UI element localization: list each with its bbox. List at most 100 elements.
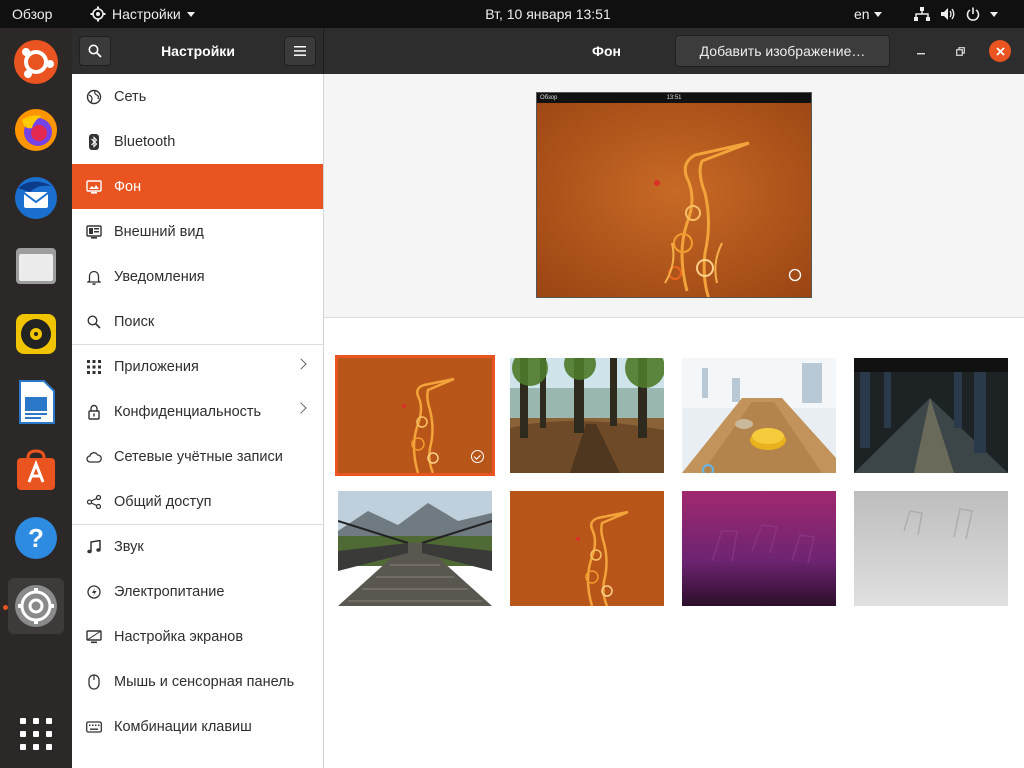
add-image-button[interactable]: Добавить изображение…	[675, 35, 890, 67]
files-icon[interactable]	[8, 238, 64, 294]
firefox-icon[interactable]	[8, 102, 64, 158]
thunderbird-icon[interactable]	[8, 170, 64, 226]
sidebar-item-network[interactable]: Сеть	[72, 74, 323, 119]
sidebar-item-search[interactable]: Поиск	[72, 299, 323, 344]
network-wired-icon	[914, 7, 930, 21]
minimize-button[interactable]	[910, 40, 932, 62]
sidebar-item-power[interactable]: Электропитание	[72, 569, 323, 614]
top-bar: Обзор Настройки Вт, 10 января 13:51 en	[0, 0, 1024, 28]
power-icon	[86, 584, 102, 600]
sidebar-item-label: Уведомления	[114, 268, 205, 285]
show-applications-icon[interactable]	[8, 706, 64, 762]
preview-area: Обзор 13:51	[324, 74, 1024, 318]
network-icon	[86, 89, 102, 105]
chevron-right-icon	[295, 402, 307, 414]
language-label: en	[854, 6, 870, 22]
sidebar-item-label: Сеть	[114, 88, 147, 105]
hamburger-icon	[294, 46, 306, 56]
wallpaper-thumb-focal-fossa[interactable]	[335, 355, 495, 476]
volume-icon	[941, 8, 955, 20]
apps-grid-icon	[86, 359, 102, 375]
sidebar: Сеть Bluetooth Фон Внешний вид Уведомлен…	[72, 74, 324, 768]
sidebar-item-label: Поиск	[114, 313, 155, 330]
wallpaper-thumb-grey[interactable]	[854, 491, 1008, 606]
close-button[interactable]	[989, 40, 1011, 62]
share-icon	[86, 494, 102, 510]
current-background-preview: Обзор 13:51	[536, 92, 812, 298]
sidebar-item-label: Мышь и сенсорная панель	[114, 673, 295, 690]
sidebar-item-label: Настройка экранов	[114, 628, 244, 645]
sidebar-item-label: Bluetooth	[114, 133, 176, 150]
header-bar: Настройки Фон Добавить изображение…	[72, 28, 1024, 74]
bell-icon	[86, 269, 102, 285]
keyboard-icon	[86, 719, 102, 735]
wallpaper-thumb-purple[interactable]	[682, 491, 836, 606]
selected-check-icon	[471, 450, 484, 463]
search-icon	[86, 314, 102, 330]
page-title: Фон	[592, 43, 621, 59]
sidebar-title: Настройки	[161, 43, 235, 59]
mouse-icon	[86, 673, 102, 690]
search-button[interactable]	[79, 36, 111, 66]
sidebar-item-background[interactable]: Фон	[72, 164, 323, 209]
lock-icon	[86, 404, 102, 420]
sidebar-item-label: Комбинации клавиш	[114, 718, 252, 735]
chevron-down-icon	[873, 11, 882, 17]
help-icon[interactable]: ?	[8, 510, 64, 566]
wallpaper-thumb-table[interactable]	[682, 358, 836, 473]
background-icon	[86, 179, 102, 195]
wallpaper-thumb-bridge[interactable]	[338, 491, 492, 606]
sidebar-item-privacy[interactable]: Конфиденциальность	[72, 389, 323, 434]
settings-window: Настройки Фон Добавить изображение… Сеть…	[72, 28, 1024, 768]
sidebar-item-notifications[interactable]: Уведомления	[72, 254, 323, 299]
dock: ?	[0, 28, 72, 768]
restore-icon	[955, 46, 965, 56]
appearance-icon	[86, 224, 102, 240]
running-indicator	[3, 605, 8, 610]
system-tray[interactable]	[914, 0, 998, 28]
sidebar-item-sound[interactable]: Звук	[72, 524, 323, 569]
language-indicator[interactable]: en	[854, 0, 882, 28]
svg-text:?: ?	[28, 523, 44, 553]
wallpaper-thumb-subway[interactable]	[854, 358, 1008, 473]
sidebar-item-appearance[interactable]: Внешний вид	[72, 209, 323, 254]
wallpaper-thumb-focal-fossa-2[interactable]	[510, 491, 664, 606]
sidebar-item-label: Приложения	[114, 359, 199, 375]
sidebar-item-displays[interactable]: Настройка экранов	[72, 614, 323, 659]
display-icon	[86, 629, 102, 645]
preview-clock: 13:51	[666, 95, 682, 101]
bluetooth-icon	[86, 133, 102, 150]
sidebar-item-sharing[interactable]: Общий доступ	[72, 479, 323, 524]
sidebar-item-label: Сетевые учётные записи	[114, 448, 283, 465]
libreoffice-writer-icon[interactable]	[8, 374, 64, 430]
search-icon	[88, 44, 102, 58]
preview-top-bar: Обзор 13:51	[537, 93, 811, 103]
settings-icon[interactable]	[8, 578, 64, 634]
cloud-icon	[86, 449, 102, 465]
music-note-icon	[86, 539, 102, 555]
sidebar-item-bluetooth[interactable]: Bluetooth	[72, 119, 323, 164]
maximize-button[interactable]	[949, 40, 971, 62]
sidebar-item-label: Звук	[114, 539, 144, 555]
menu-button[interactable]	[284, 36, 316, 66]
sidebar-item-applications[interactable]: Приложения	[72, 344, 323, 389]
sidebar-item-label: Конфиденциальность	[114, 403, 262, 420]
chevron-down-icon	[990, 11, 998, 17]
software-center-icon[interactable]	[8, 442, 64, 498]
sidebar-item-label: Фон	[114, 178, 142, 195]
minimize-icon	[917, 53, 925, 55]
chevron-right-icon	[295, 358, 307, 370]
sidebar-item-mouse[interactable]: Мышь и сенсорная панель	[72, 659, 323, 704]
rhythmbox-icon[interactable]	[8, 306, 64, 362]
ubuntu-logo-icon[interactable]	[8, 34, 64, 90]
sidebar-item-keyboard[interactable]: Комбинации клавиш	[72, 704, 323, 749]
sidebar-header: Настройки	[72, 28, 324, 74]
sidebar-item-label: Общий доступ	[114, 493, 212, 510]
sidebar-item-online-accounts[interactable]: Сетевые учётные записи	[72, 434, 323, 479]
close-icon	[995, 46, 1005, 56]
background-panel: Обзор 13:51	[324, 74, 1024, 768]
focal-fossa-artwork	[537, 103, 811, 297]
power-icon	[966, 7, 980, 21]
sidebar-item-label: Электропитание	[114, 583, 225, 600]
wallpaper-thumb-forest[interactable]	[510, 358, 664, 473]
